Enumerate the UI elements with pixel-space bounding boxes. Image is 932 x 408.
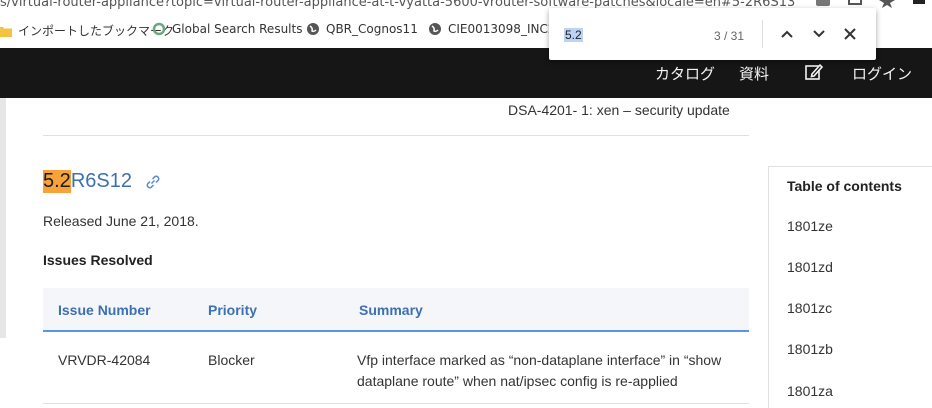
bookmark-label: インポートしたブックマーク [18, 24, 175, 38]
table-of-contents: Table of contents 1801ze 1801zd 1801zc 1… [768, 166, 932, 408]
nav-login[interactable]: ログイン [852, 63, 912, 84]
toc-title: Table of contents [787, 178, 902, 194]
table-header: Issue Number Priority Summary [43, 288, 749, 332]
globe-icon [307, 23, 319, 35]
bookmark-global-search[interactable]: Global Search Results [152, 22, 302, 36]
translate-icon[interactable] [846, 0, 864, 8]
version-heading-text: R6S12 [70, 170, 132, 192]
release-date: Released June 21, 2018. [43, 213, 199, 229]
link-icon[interactable] [144, 173, 162, 191]
column-priority: Priority [208, 302, 258, 318]
find-match-count: 3 / 31 [714, 29, 745, 43]
toc-item[interactable]: 1801za [787, 383, 833, 399]
bookmark-label: Global Search Results [172, 22, 303, 36]
cell-issue-number: VRVDR-42084 [58, 352, 151, 368]
divider [43, 135, 749, 136]
chevron-up-icon [781, 30, 793, 38]
bookmark-label: CIE0013098_INC21 [448, 22, 564, 36]
toc-item[interactable]: 1801zc [787, 300, 832, 316]
globe-icon [429, 23, 441, 35]
chevron-down-icon [813, 30, 825, 38]
toc-item[interactable]: 1801zd [787, 259, 833, 275]
find-divider [762, 20, 763, 48]
find-input[interactable]: 5.2 [564, 28, 583, 42]
scrollbar[interactable] [0, 98, 6, 338]
cell-summary: Vfp interface marked as “non-dataplane i… [357, 350, 747, 392]
version-heading: 5.2 R6S12 [43, 170, 162, 193]
star-icon[interactable] [878, 0, 896, 8]
summary-line: dataplane route” when nat/ipsec config i… [357, 373, 678, 389]
bookmark-qbr-cognos[interactable]: QBR_Cognos11 [306, 22, 418, 36]
cell-priority: Blocker [208, 352, 255, 368]
summary-line: Vfp interface marked as “non-dataplane i… [357, 352, 722, 368]
toc-item[interactable]: 1801ze [787, 218, 833, 234]
close-icon [844, 28, 856, 40]
column-issue-number: Issue Number [58, 302, 151, 318]
ring-icon [152, 22, 166, 36]
bookmark-cie[interactable]: CIE0013098_INC21 [428, 22, 563, 36]
issues-resolved-heading: Issues Resolved [43, 252, 153, 268]
column-summary: Summary [359, 302, 423, 318]
nav-docs[interactable]: 資料 [739, 63, 769, 84]
find-bar: 5.2 3 / 31 [549, 8, 876, 60]
toc-item[interactable]: 1801zb [787, 341, 833, 357]
key-icon[interactable] [814, 0, 832, 8]
nav-catalog[interactable]: カタログ [655, 63, 715, 84]
find-next-button[interactable] [810, 25, 828, 43]
profile-icon[interactable] [910, 0, 928, 8]
bookmark-label: QBR_Cognos11 [326, 22, 418, 36]
bookmark-imported[interactable]: インポートしたブックマーク [0, 22, 174, 39]
find-close-button[interactable] [841, 25, 859, 43]
previous-issue-text: DSA-4201- 1: xen – security update [508, 102, 730, 118]
folder-icon [0, 26, 12, 37]
search-highlight: 5.2 [43, 170, 71, 193]
table-row: VRVDR-42084 Blocker Vfp interface marked… [43, 334, 749, 404]
find-previous-button[interactable] [778, 25, 796, 43]
edit-icon[interactable] [804, 62, 824, 82]
